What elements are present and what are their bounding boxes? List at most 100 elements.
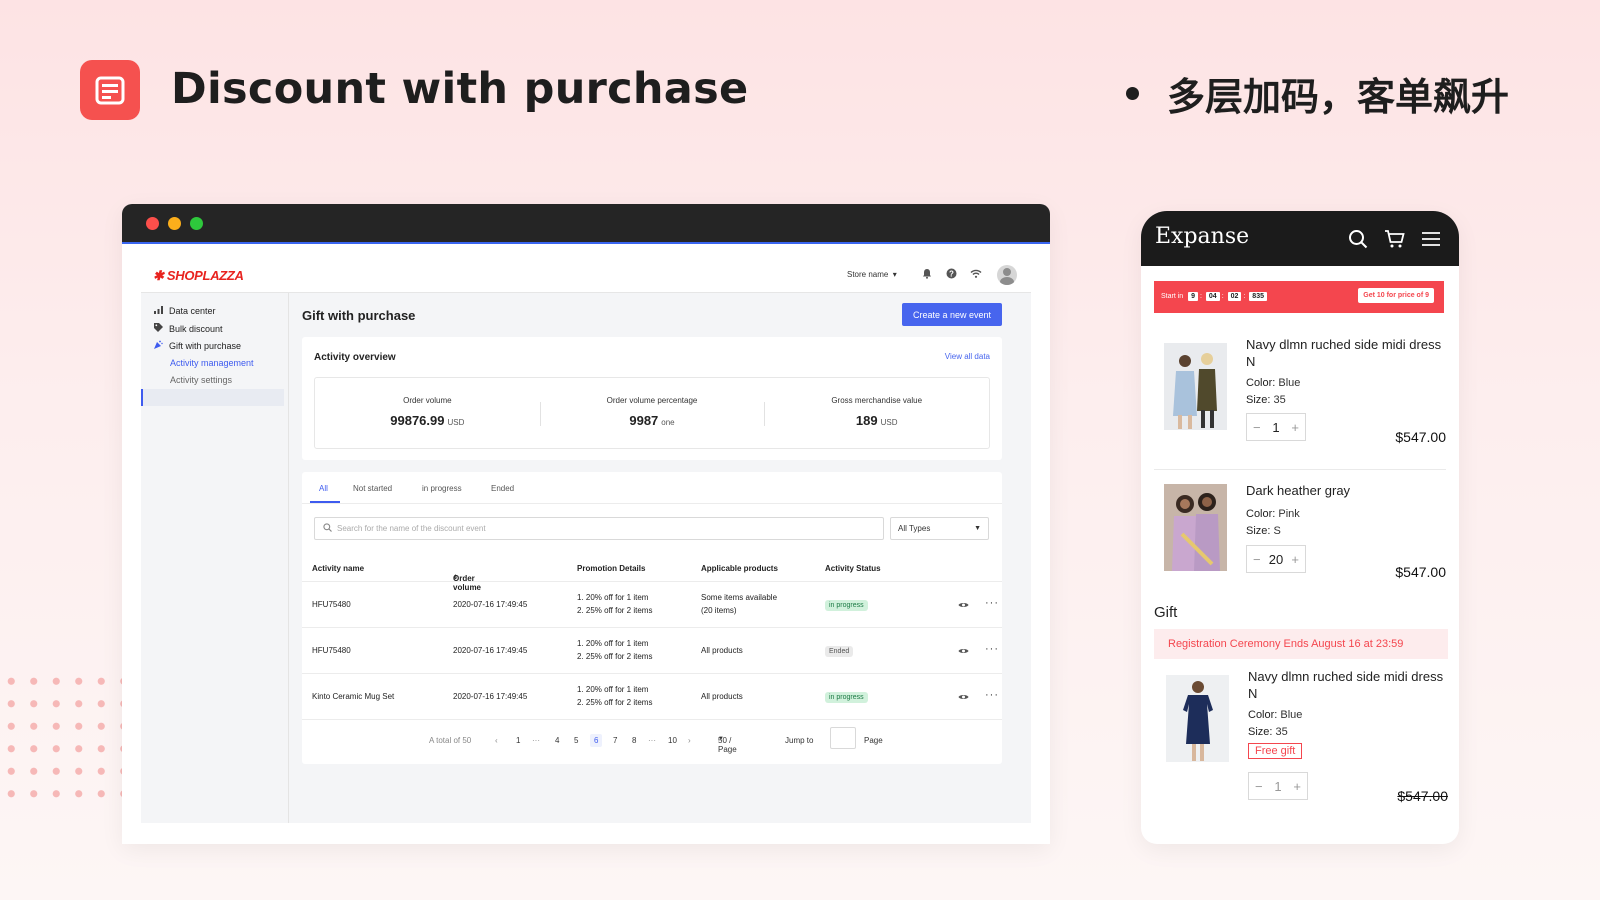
- gift-product-name[interactable]: Navy dlmn ruched side midi dress N: [1248, 668, 1448, 702]
- sidebar-item-gift-with-purchase[interactable]: Gift with purchase: [153, 340, 241, 351]
- product-name[interactable]: Dark heather gray: [1246, 482, 1446, 499]
- wifi-icon[interactable]: [970, 268, 982, 282]
- page-1[interactable]: 1: [516, 736, 520, 745]
- main-title: Gift with purchase: [302, 308, 415, 323]
- stat-gross-merchandise-value: Gross merchandise value 189USD: [764, 378, 989, 448]
- create-event-button[interactable]: Create a new event: [902, 303, 1002, 326]
- status-tabs: All Not started in progress Ended: [302, 472, 1002, 504]
- stat-unit: USD: [448, 418, 465, 427]
- cell-promo-line2: 2. 25% off for 2 items: [577, 651, 652, 663]
- plus-icon[interactable]: +: [1291, 552, 1299, 567]
- store-brand[interactable]: Expanse: [1155, 224, 1249, 249]
- gift-original-price: $547.00: [1397, 788, 1448, 804]
- cart-icon[interactable]: [1384, 229, 1405, 254]
- eye-icon[interactable]: [958, 601, 969, 611]
- sort-icon[interactable]: ⇕: [453, 574, 458, 581]
- quantity-value[interactable]: 20: [1269, 552, 1283, 567]
- page-ellipsis[interactable]: ···: [532, 736, 540, 745]
- product-image[interactable]: [1166, 675, 1229, 762]
- cell-products-line1: All products: [701, 645, 743, 657]
- quantity-stepper[interactable]: − 1 +: [1246, 413, 1306, 441]
- tab-in-progress[interactable]: in progress: [422, 484, 462, 493]
- search-icon[interactable]: [1348, 229, 1368, 254]
- product-image[interactable]: [1164, 343, 1227, 430]
- col-activity-name: Activity name: [312, 564, 364, 573]
- more-icon[interactable]: ···: [985, 643, 999, 655]
- eye-icon[interactable]: [958, 693, 969, 703]
- sidebar-item-data-center[interactable]: Data center: [153, 306, 216, 316]
- shoplazza-logo[interactable]: ✱ SHOPLAZZA: [153, 268, 244, 284]
- table-row: HFU75480 2020-07-16 17:49:45 1. 20% off …: [302, 628, 1002, 674]
- quantity-value[interactable]: 1: [1274, 779, 1281, 794]
- sidebar-item-bulk-discount[interactable]: Bulk discount: [153, 323, 223, 334]
- more-icon[interactable]: ···: [985, 597, 999, 609]
- cart-item: Dark heather gray Color: Pink Size: S − …: [1154, 476, 1446, 596]
- minus-icon[interactable]: −: [1255, 779, 1263, 794]
- plus-icon[interactable]: +: [1291, 420, 1299, 435]
- quantity-stepper[interactable]: − 1 +: [1248, 772, 1308, 800]
- product-name[interactable]: Navy dlmn ruched side midi dress N: [1246, 336, 1446, 370]
- minus-icon[interactable]: −: [1253, 420, 1261, 435]
- cell-date: 2020-07-16 17:49:45: [453, 645, 527, 657]
- overview-title: Activity overview: [314, 352, 396, 363]
- sidebar-subitem-activity-settings[interactable]: Activity settings: [170, 375, 232, 385]
- caret-down-icon: ▼: [718, 736, 724, 742]
- help-icon[interactable]: ?: [946, 268, 957, 282]
- avatar[interactable]: [997, 265, 1017, 285]
- page-8[interactable]: 8: [632, 736, 636, 745]
- page-4[interactable]: 4: [555, 736, 559, 745]
- maximize-dot-icon[interactable]: [190, 217, 203, 230]
- next-page-icon[interactable]: ›: [688, 736, 691, 745]
- page-7[interactable]: 7: [613, 736, 617, 745]
- status-badge: Ended: [825, 646, 853, 657]
- bar-chart-icon: [153, 306, 163, 316]
- product-price: $547.00: [1395, 429, 1446, 445]
- sidebar-subitem-activity-management[interactable]: Activity management: [170, 358, 254, 368]
- col-applicable-products: Applicable products: [701, 564, 778, 573]
- sidebar-item-label: Bulk discount: [169, 324, 223, 334]
- minimize-dot-icon[interactable]: [168, 217, 181, 230]
- gift-icon: [153, 340, 163, 351]
- quantity-stepper[interactable]: − 20 +: [1246, 545, 1306, 573]
- countdown-banner[interactable]: Start in 9: 04: 02: 835 Get 10 for price…: [1154, 281, 1444, 313]
- bell-icon[interactable]: [922, 268, 932, 282]
- tab-not-started[interactable]: Not started: [353, 484, 392, 493]
- tagline-text: 多层加码，客单飙升: [1167, 66, 1509, 121]
- view-all-data-link[interactable]: View all data: [945, 352, 990, 361]
- page-6-current[interactable]: 6: [590, 734, 602, 747]
- search-placeholder: Search for the name of the discount even…: [337, 524, 486, 533]
- quantity-value[interactable]: 1: [1272, 420, 1279, 435]
- status-badge: in progress: [825, 600, 868, 611]
- countdown-hours: 04: [1206, 292, 1220, 301]
- search-icon: [323, 523, 332, 534]
- page-5[interactable]: 5: [574, 736, 578, 745]
- type-select[interactable]: All Types▼: [890, 517, 989, 540]
- tag-icon: [153, 323, 163, 334]
- app-logo-icon: [80, 60, 140, 120]
- svg-text:?: ?: [949, 270, 954, 279]
- tab-ended[interactable]: Ended: [491, 484, 514, 493]
- close-dot-icon[interactable]: [146, 217, 159, 230]
- search-input[interactable]: Search for the name of the discount even…: [314, 517, 884, 540]
- plus-icon[interactable]: +: [1293, 779, 1301, 794]
- jump-page-input[interactable]: [830, 727, 856, 749]
- jump-label: Jump to: [785, 736, 813, 745]
- store-selector[interactable]: Store name ▾: [847, 270, 897, 279]
- stat-value: 99876.99: [390, 413, 444, 428]
- more-icon[interactable]: ···: [985, 689, 999, 701]
- mobile-header: Expanse: [1141, 211, 1459, 266]
- page-10[interactable]: 10: [668, 736, 677, 745]
- table-row: HFU75480 2020-07-16 17:49:45 1. 20% off …: [302, 582, 1002, 628]
- prev-page-icon[interactable]: ‹: [495, 736, 498, 745]
- product-image[interactable]: [1164, 484, 1227, 571]
- minus-icon[interactable]: −: [1253, 552, 1261, 567]
- page-ellipsis[interactable]: ···: [648, 736, 656, 745]
- tab-underline: [310, 501, 340, 503]
- registration-notice: Registration Ceremony Ends August 16 at …: [1154, 629, 1448, 659]
- tab-all[interactable]: All: [319, 484, 328, 493]
- eye-icon[interactable]: [958, 647, 969, 657]
- stat-label: Order volume percentage: [540, 396, 765, 405]
- menu-icon[interactable]: [1421, 231, 1441, 252]
- page-title: Discount with purchase: [171, 64, 748, 114]
- cell-date: 2020-07-16 17:49:45: [453, 599, 527, 611]
